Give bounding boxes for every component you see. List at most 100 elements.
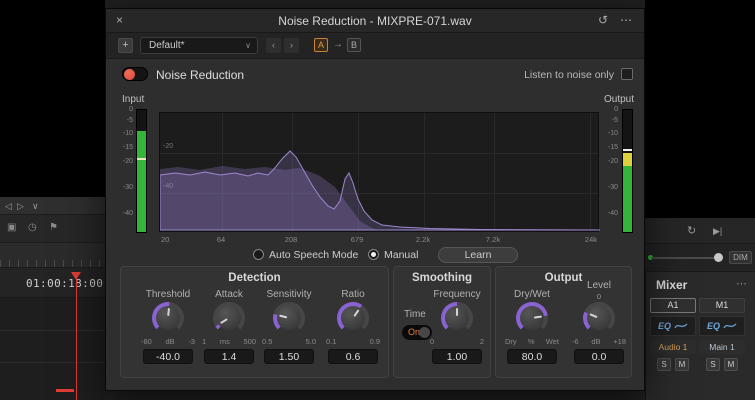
ab-arrow-icon: → xyxy=(333,39,343,50)
ratio-value[interactable]: 0.6 xyxy=(328,349,378,364)
app-screen: ◁ ▷ ∨ ▣ ◷ ⚑ 01:00:18:00 ↻ ▶| DIM Mixer ⋯… xyxy=(0,0,755,400)
eq-label: EQ xyxy=(657,321,671,331)
video-viewer-left xyxy=(0,0,105,197)
mixer-title: Mixer xyxy=(656,278,688,292)
flag-icon[interactable]: ⚑ xyxy=(49,222,58,233)
knob-label: Sensitivity xyxy=(266,289,312,300)
auto-speech-mode-label[interactable]: Auto Speech Mode xyxy=(269,249,358,261)
dry-wet-value[interactable]: 80.0 xyxy=(507,349,557,364)
history-icon[interactable]: ↺ xyxy=(598,13,608,27)
loop-icon[interactable]: ↻ xyxy=(687,224,696,237)
spectrum-analyzer: -20 -40 xyxy=(159,112,600,232)
ratio-knob[interactable] xyxy=(337,302,369,334)
time-smoothing-toggle[interactable]: On xyxy=(402,325,432,340)
timecode-strip: 01:00:18:00 xyxy=(0,268,105,298)
input-meter-label: Input xyxy=(122,94,145,105)
prev-frame-icon[interactable]: ◁ xyxy=(5,201,12,212)
grid-icon[interactable]: ▣ xyxy=(7,222,16,233)
mute-button[interactable]: M xyxy=(675,358,689,371)
attack-value[interactable]: 1.4 xyxy=(204,349,254,364)
threshold-value[interactable]: -40.0 xyxy=(143,349,193,364)
attack-knob[interactable] xyxy=(213,302,245,334)
sensitivity-knob[interactable] xyxy=(273,302,305,334)
dim-button[interactable]: DIM xyxy=(729,251,752,264)
preset-next-button[interactable]: › xyxy=(284,38,299,53)
knob-label: Frequency xyxy=(433,289,481,300)
section-title: Smoothing xyxy=(411,272,473,284)
eq-curve-icon xyxy=(674,323,688,329)
section-title: Detection xyxy=(228,272,281,284)
frequency-axis: 20 64 208 679 2.2k 7.2k 24k xyxy=(161,235,597,244)
solo-button[interactable]: S xyxy=(657,358,671,371)
manual-mode-label[interactable]: Manual xyxy=(384,249,418,261)
ab-compare-a-button[interactable]: A xyxy=(314,38,328,52)
eq-label: EQ xyxy=(706,321,720,331)
preset-dropdown[interactable]: Default* ∨ xyxy=(140,37,258,54)
input-level-meter xyxy=(136,109,147,233)
knob-label: Level xyxy=(587,280,611,291)
listen-noise-label: Listen to noise only xyxy=(524,69,614,81)
chevron-down-icon: ∨ xyxy=(245,41,251,50)
timeline-toolbar-upper: ◁ ▷ ∨ xyxy=(0,197,105,215)
dry-wet-knob[interactable] xyxy=(516,302,548,334)
clock-icon[interactable]: ◷ xyxy=(28,222,37,233)
frequency-value[interactable]: 1.00 xyxy=(432,349,482,364)
track-divider xyxy=(0,362,105,363)
timeline-toolbar-lower: ▣ ◷ ⚑ xyxy=(0,215,105,243)
preset-name: Default* xyxy=(149,40,185,51)
knob-label: Attack xyxy=(215,289,243,300)
track-name-main1: Main 1 xyxy=(699,340,745,354)
sensitivity-value[interactable]: 1.50 xyxy=(264,349,314,364)
timeline-tracks xyxy=(0,298,105,400)
smoothing-section: Smoothing Time On Frequency 02 1.00 xyxy=(393,266,491,378)
playhead-line[interactable] xyxy=(76,276,77,400)
timeline-ruler[interactable] xyxy=(0,243,105,268)
audio-clip-fragment[interactable] xyxy=(56,389,74,392)
knob-label: Threshold xyxy=(145,289,191,300)
noise-reduction-dialog: × Noise Reduction - MIXPRE-071.wav ↺ ⋯ +… xyxy=(105,8,645,391)
threshold-knob[interactable] xyxy=(152,302,184,334)
ab-compare-b-button[interactable]: B xyxy=(347,38,361,52)
spectrum-curves xyxy=(160,150,600,231)
add-preset-button[interactable]: + xyxy=(118,38,133,53)
mixer-menu-icon[interactable]: ⋯ xyxy=(736,277,747,290)
options-menu-icon[interactable]: ⋯ xyxy=(620,13,632,27)
level-knob[interactable] xyxy=(583,302,615,334)
plugin-name-label: Noise Reduction xyxy=(156,68,245,82)
preset-bar: + Default* ∨ ‹ › A → B xyxy=(106,33,644,59)
track-name-audio1: Audio 1 xyxy=(650,340,696,354)
monitor-volume-knob[interactable] xyxy=(714,253,723,262)
level-value[interactable]: 0.0 xyxy=(574,349,624,364)
chevron-down-icon[interactable]: ∨ xyxy=(32,201,39,212)
dialog-title: Noise Reduction - MIXPRE-071.wav xyxy=(278,14,472,28)
learn-button[interactable]: Learn xyxy=(438,247,518,263)
manual-mode-radio[interactable] xyxy=(368,249,379,260)
preset-prev-button[interactable]: ‹ xyxy=(266,38,281,53)
output-meter-label: Output xyxy=(604,94,635,105)
next-frame-icon[interactable]: ▷ xyxy=(17,201,24,212)
track-divider xyxy=(0,330,105,331)
timecode-display: 01:00:18:00 xyxy=(26,277,104,290)
frequency-knob[interactable] xyxy=(441,302,473,334)
time-label: Time xyxy=(404,309,426,320)
output-section: Output Dry/Wet Dry% Wet 80.0 Level 0 -6 dB… xyxy=(495,266,632,378)
monitor-volume-track[interactable] xyxy=(651,257,721,259)
mute-button[interactable]: M xyxy=(724,358,738,371)
eq-cell-m1[interactable]: EQ xyxy=(699,316,745,336)
skip-to-end-icon[interactable]: ▶| xyxy=(713,226,722,237)
solo-button[interactable]: S xyxy=(706,358,720,371)
mode-row: Auto Speech Mode Manual Learn xyxy=(106,247,644,265)
video-viewer-right xyxy=(645,0,755,218)
knob-label: Dry/Wet xyxy=(514,289,550,300)
mixer-panel: Mixer ⋯ A1 EQ Audio 1 S M M1 EQ Main 1 S xyxy=(645,272,755,400)
eq-cell-a1[interactable]: EQ xyxy=(650,316,696,336)
strip-header-m1[interactable]: M1 xyxy=(699,298,745,313)
toggle-knob xyxy=(124,69,135,80)
dialog-titlebar[interactable]: × Noise Reduction - MIXPRE-071.wav ↺ ⋯ xyxy=(106,9,644,33)
plugin-enable-toggle[interactable] xyxy=(122,67,148,81)
input-meter-scale: 0 -5 -10 -15 -20 -30 -40 xyxy=(122,106,133,217)
detection-section: Detection Threshold -80 dB -3 -40.0 Attack… xyxy=(120,266,389,378)
auto-speech-mode-radio[interactable] xyxy=(253,249,264,260)
listen-noise-checkbox[interactable] xyxy=(621,68,633,80)
strip-header-a1[interactable]: A1 xyxy=(650,298,696,313)
